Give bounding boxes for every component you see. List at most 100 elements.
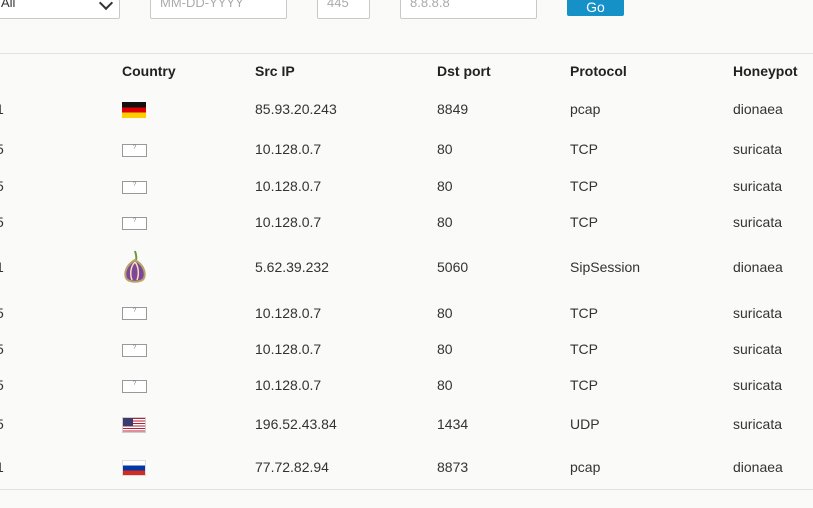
src-ip-cell: 10.128.0.7: [255, 214, 322, 230]
time-cell: 5: [0, 204, 122, 240]
table-row: 1 5.62.39.232 5060 SipSession dionaea: [0, 240, 813, 294]
src-ip-cell: 5.62.39.232: [255, 259, 329, 275]
usa-flag-icon: [122, 416, 146, 433]
dst-port-cell: 8849: [437, 101, 469, 117]
protocol-cell: TCP: [570, 304, 598, 321]
country-cell: [122, 367, 255, 403]
germany-flag-icon: [122, 101, 146, 118]
src-ip-cell: 10.128.0.7: [255, 341, 322, 357]
country-cell: [122, 88, 255, 130]
time-cell: 5: [0, 168, 122, 204]
unknown-flag-icon: [122, 180, 147, 194]
honeypot-cell: suricata: [733, 178, 783, 194]
attacks-table: Country Src IP Dst port Protocol Honeypo…: [0, 53, 813, 489]
table-row: 1 77.72.82.94 8873 pcap dionaea: [0, 445, 813, 489]
table-row: 5 10.128.0.7 80 TCP suricata: [0, 168, 813, 204]
country-cell: [122, 168, 255, 204]
filter-bar: All MM-DD-YYYY 445 8.8.8.8 Go: [0, 0, 813, 54]
country-cell: [122, 294, 255, 331]
src-ip-cell: 10.128.0.7: [255, 141, 322, 157]
country-cell: [122, 240, 255, 294]
protocol-cell: TCP: [570, 178, 598, 194]
src-ip-cell: 10.128.0.7: [255, 178, 322, 194]
unknown-flag-icon: [122, 379, 147, 393]
dst-port-cell: 80: [437, 341, 453, 357]
date-placeholder: MM-DD-YYYY: [160, 0, 244, 10]
honeypot-cell: dionaea: [733, 459, 783, 475]
honeypot-cell: dionaea: [733, 259, 783, 275]
go-button[interactable]: Go: [567, 0, 624, 16]
header-protocol: Protocol: [570, 62, 627, 79]
honeypot-cell: dionaea: [733, 101, 783, 117]
time-cell: 1: [0, 240, 122, 294]
table-bottom-divider: [0, 489, 813, 490]
src-ip-cell: 10.128.0.7: [255, 377, 322, 393]
dst-port-cell: 80: [437, 304, 453, 321]
table-row: 5 10.128.0.7 80 TCP suricata: [0, 367, 813, 403]
dst-port-cell: 1434: [437, 416, 469, 432]
unknown-flag-icon: [122, 143, 147, 157]
dst-port-cell: 80: [437, 141, 453, 157]
category-select-value: All: [1, 0, 16, 10]
unknown-flag-icon: [122, 307, 147, 321]
table-row: 5 10.128.0.7 80 TCP suricata: [0, 204, 813, 240]
honeypot-cell: suricata: [733, 214, 783, 230]
unknown-flag-icon: [122, 216, 147, 230]
protocol-cell: TCP: [570, 141, 598, 157]
table-row: 1 85.93.20.243 8849 pcap dionaea: [0, 88, 813, 130]
chevron-down-icon: [98, 0, 114, 11]
table-row: 5 10.128.0.7 80 TCP suricata: [0, 130, 813, 168]
dst-port-cell: 80: [437, 214, 453, 230]
country-cell: [122, 331, 255, 367]
table-header-row: Country Src IP Dst port Protocol Honeypo…: [0, 53, 813, 88]
country-cell: [122, 204, 255, 240]
dst-port-cell: 8873: [437, 459, 469, 475]
table-row: 5 10.128.0.7 80 TCP suricata: [0, 331, 813, 367]
dst-port-cell: 5060: [437, 259, 469, 275]
honeypot-cell: suricata: [733, 341, 783, 357]
port-placeholder: 445: [327, 0, 349, 10]
honeypot-cell: suricata: [733, 416, 783, 432]
time-cell: 5: [0, 367, 122, 403]
src-ip-cell: 85.93.20.243: [255, 101, 337, 117]
table-row: 5 10.128.0.7 80 TCP suricata: [0, 294, 813, 331]
protocol-cell: TCP: [570, 214, 598, 230]
russia-flag-icon: [122, 459, 146, 476]
src-ip-cell: 196.52.43.84: [255, 416, 337, 432]
protocol-cell: TCP: [570, 341, 598, 357]
header-honeypot: Honeypot: [733, 62, 798, 79]
table-row: 5 196.52.43.84 1434 UDP suricata: [0, 403, 813, 445]
country-cell: [122, 130, 255, 168]
protocol-cell: pcap: [570, 459, 601, 475]
ip-input[interactable]: 8.8.8.8: [400, 0, 537, 19]
dst-port-cell: 80: [437, 377, 453, 393]
date-input[interactable]: MM-DD-YYYY: [150, 0, 287, 19]
header-src-ip: Src IP: [255, 62, 295, 79]
protocol-cell: SipSession: [570, 259, 641, 275]
src-ip-cell: 77.72.82.94: [255, 459, 329, 475]
honeypot-cell: suricata: [733, 304, 783, 321]
dst-port-cell: 80: [437, 178, 453, 194]
time-cell: 5: [0, 403, 122, 445]
port-input[interactable]: 445: [317, 0, 370, 19]
time-cell: 5: [0, 331, 122, 367]
category-select[interactable]: All: [0, 0, 120, 19]
time-cell: 5: [0, 294, 122, 331]
protocol-cell: TCP: [570, 377, 598, 393]
tor-onion-icon: [124, 250, 146, 283]
protocol-cell: pcap: [570, 101, 601, 117]
honeypot-cell: suricata: [733, 141, 783, 157]
unknown-flag-icon: [122, 343, 147, 357]
time-cell: 1: [0, 88, 122, 130]
header-dst-port: Dst port: [437, 62, 491, 79]
ip-placeholder: 8.8.8.8: [410, 0, 450, 10]
country-cell: [122, 445, 255, 489]
honeypot-cell: suricata: [733, 377, 783, 393]
header-time: [0, 53, 122, 88]
header-country: Country: [122, 62, 176, 79]
time-cell: 5: [0, 130, 122, 168]
time-cell: 1: [0, 445, 122, 489]
country-cell: [122, 403, 255, 445]
protocol-cell: UDP: [570, 416, 600, 432]
src-ip-cell: 10.128.0.7: [255, 304, 322, 321]
